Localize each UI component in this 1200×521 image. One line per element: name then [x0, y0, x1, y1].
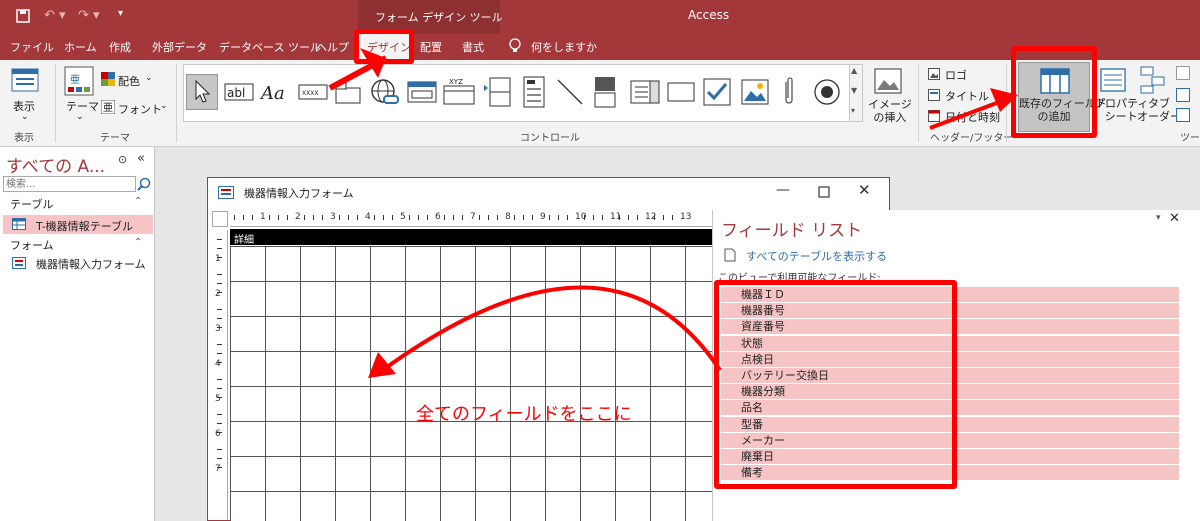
annotation-text: 全てのフィールドをここに	[416, 404, 632, 425]
arrow-head	[990, 88, 1018, 112]
arrow-head	[360, 48, 386, 78]
curved-arrow	[378, 285, 722, 374]
annotation-arrows	[328, 48, 1018, 378]
